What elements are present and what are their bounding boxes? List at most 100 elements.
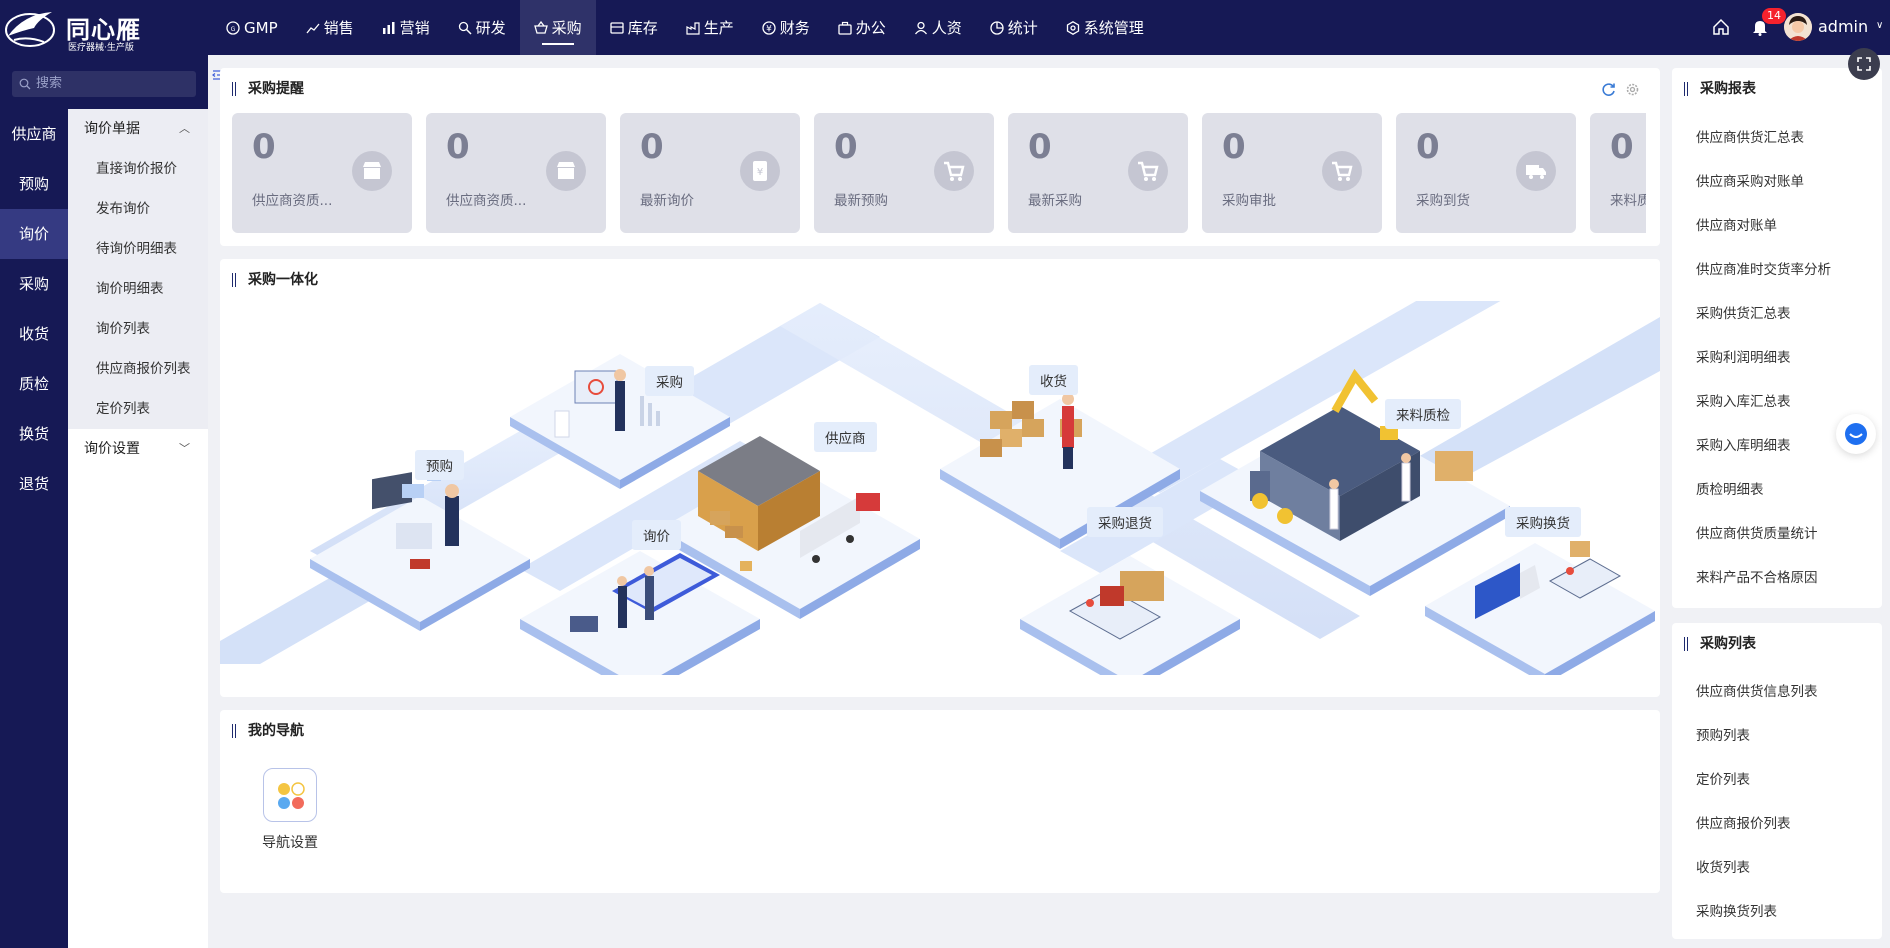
- nav-hr[interactable]: 人资: [900, 0, 976, 55]
- sidebar-item-quality[interactable]: 质检: [0, 359, 68, 409]
- nav-research-label: 研发: [475, 19, 506, 37]
- chat-support-icon[interactable]: [1836, 414, 1876, 454]
- pie-icon: [990, 20, 1004, 35]
- nav-gmp-label: GMP: [244, 18, 278, 37]
- chevron-down-icon: ﹀: [179, 442, 190, 455]
- tile-incoming-qc[interactable]: 0 来料质检: [1590, 113, 1646, 233]
- list-link[interactable]: 采购换货列表: [1696, 900, 1777, 920]
- user-area: 14 admin ∨: [1680, 0, 1890, 55]
- list-link[interactable]: 供应商供货信息列表: [1696, 680, 1818, 700]
- tile-count: 0: [446, 127, 470, 167]
- purchase-integration-card: 采购一体化 采购 收货 供应商 来料质检 预购 询价 采购退货 采购换货: [220, 259, 1660, 697]
- report-link[interactable]: 采购供货汇总表: [1696, 302, 1791, 322]
- nav-finance-label: 财务: [779, 19, 810, 37]
- sidebar-item-return[interactable]: 退货: [0, 459, 68, 509]
- submenu-item-supplier-quotes[interactable]: 供应商报价列表: [68, 349, 208, 389]
- report-link[interactable]: 供应商供货汇总表: [1696, 126, 1804, 146]
- sidebar-item-receive[interactable]: 收货: [0, 309, 68, 359]
- submenu-inquiry-docs[interactable]: 询价单据 ︿: [68, 109, 208, 149]
- tile-latest-prepurchase[interactable]: 0 最新预购: [814, 113, 994, 233]
- nav-system[interactable]: 系统管理: [1052, 0, 1158, 55]
- sidebar-item-purchase[interactable]: 采购: [0, 259, 68, 309]
- tile-count: 0: [1416, 127, 1440, 167]
- flow-label-return[interactable]: 采购退货: [1087, 507, 1163, 537]
- search-input[interactable]: 搜索: [12, 71, 196, 97]
- sidebar-item-prepurchase[interactable]: 预购: [0, 159, 68, 209]
- isometric-flow-illustration: [220, 301, 1660, 675]
- avatar[interactable]: [1784, 13, 1812, 41]
- platform-return: [1020, 556, 1240, 675]
- home-icon[interactable]: [1712, 18, 1730, 36]
- list-link[interactable]: 供应商报价列表: [1696, 812, 1791, 832]
- nav-gmp[interactable]: G GMP: [212, 0, 292, 55]
- report-link[interactable]: 采购利润明细表: [1696, 346, 1791, 366]
- brand-logo[interactable]: 同心雁 医疗器械·生产版: [4, 6, 154, 53]
- nav-finance[interactable]: ¥ 财务: [748, 0, 824, 55]
- flow-label-incoming-qc[interactable]: 来料质检: [1385, 399, 1461, 429]
- nav-production[interactable]: 生产: [672, 0, 748, 55]
- nav-settings-shortcut[interactable]: 导航设置: [260, 768, 320, 852]
- flow-label-purchase[interactable]: 采购: [645, 366, 694, 396]
- purchase-reminder-card: 采购提醒 0 供应商资质... 0 供应商资质... 0 最新询价 ¥ 0 最新…: [220, 68, 1660, 246]
- gear-icon[interactable]: [1625, 82, 1640, 97]
- settings-icon: [1066, 20, 1079, 35]
- svg-text:¥: ¥: [766, 24, 772, 34]
- nav-office[interactable]: 办公: [824, 0, 900, 55]
- tile-purchase-approval[interactable]: 0 采购审批: [1202, 113, 1382, 233]
- submenu-item-direct-quote[interactable]: 直接询价报价: [68, 149, 208, 189]
- nav-settings-label: 导航设置: [262, 835, 318, 851]
- report-link[interactable]: 来料产品不合格原因: [1696, 566, 1818, 586]
- username[interactable]: admin: [1818, 17, 1868, 36]
- submenu-item-inquiry-list[interactable]: 询价列表: [68, 309, 208, 349]
- nav-marketing[interactable]: 营销: [368, 0, 444, 55]
- list-link[interactable]: 预购列表: [1696, 724, 1750, 744]
- nav-inventory[interactable]: 库存: [596, 0, 672, 55]
- report-link[interactable]: 供应商供货质量统计: [1696, 522, 1818, 542]
- nav-statistics-label: 统计: [1007, 19, 1038, 37]
- fullscreen-icon[interactable]: [1848, 48, 1880, 80]
- tile-purchase-arrival[interactable]: 0 采购到货: [1396, 113, 1576, 233]
- flow-label-supplier[interactable]: 供应商: [814, 422, 877, 452]
- list-link[interactable]: 定价列表: [1696, 768, 1750, 788]
- nav-statistics[interactable]: 统计: [976, 0, 1052, 55]
- purchase-flow-diagram: 采购 收货 供应商 来料质检 预购 询价 采购退货 采购换货: [220, 301, 1660, 675]
- report-link[interactable]: 采购入库汇总表: [1696, 390, 1791, 410]
- nav-purchase[interactable]: 采购: [519, 0, 596, 55]
- chevron-up-icon: ︿: [179, 122, 190, 135]
- sidebar-item-supplier[interactable]: 供应商: [0, 109, 68, 159]
- submenu-item-pricing-list[interactable]: 定价列表: [68, 389, 208, 429]
- flow-label-receive[interactable]: 收货: [1029, 365, 1078, 395]
- tile-supplier-qual-1[interactable]: 0 供应商资质...: [232, 113, 412, 233]
- report-link[interactable]: 质检明细表: [1696, 478, 1764, 498]
- svg-text:G: G: [231, 26, 236, 33]
- sidebar-item-exchange[interactable]: 换货: [0, 409, 68, 459]
- tile-latest-purchase[interactable]: 0 最新采购: [1008, 113, 1188, 233]
- refresh-icon[interactable]: [1601, 82, 1616, 97]
- submenu-item-inquiry-detail[interactable]: 询价明细表: [68, 269, 208, 309]
- sidebar-item-inquiry[interactable]: 询价: [0, 209, 68, 259]
- report-link[interactable]: 供应商准时交货率分析: [1696, 258, 1831, 278]
- nav-research[interactable]: 研发: [444, 0, 520, 55]
- nav-office-label: 办公: [855, 19, 886, 37]
- search-icon: [19, 78, 31, 90]
- tile-latest-inquiry[interactable]: 0 最新询价 ¥: [620, 113, 800, 233]
- flow-label-prepurchase[interactable]: 预购: [415, 450, 464, 480]
- flow-label-exchange[interactable]: 采购换货: [1505, 507, 1581, 537]
- production-icon: [686, 21, 700, 35]
- report-link[interactable]: 采购入库明细表: [1696, 434, 1791, 454]
- report-link[interactable]: 供应商对账单: [1696, 214, 1777, 234]
- tile-label: 供应商资质...: [252, 193, 333, 209]
- nav-sales[interactable]: 销售: [292, 0, 368, 55]
- nav-hr-label: 人资: [931, 19, 962, 37]
- report-link[interactable]: 供应商采购对账单: [1696, 170, 1804, 190]
- submenu-inquiry-settings-label: 询价设置: [84, 441, 140, 457]
- submenu-item-pending-detail[interactable]: 待询价明细表: [68, 229, 208, 269]
- platform-exchange: [1425, 541, 1655, 675]
- chevron-down-icon[interactable]: ∨: [1876, 20, 1883, 31]
- flow-label-inquiry[interactable]: 询价: [632, 520, 681, 550]
- list-link[interactable]: 收货列表: [1696, 856, 1750, 876]
- cart-check-icon: [1322, 151, 1362, 191]
- submenu-item-publish-inquiry[interactable]: 发布询价: [68, 189, 208, 229]
- submenu-inquiry-settings[interactable]: 询价设置 ﹀: [68, 429, 208, 469]
- tile-supplier-qual-2[interactable]: 0 供应商资质...: [426, 113, 606, 233]
